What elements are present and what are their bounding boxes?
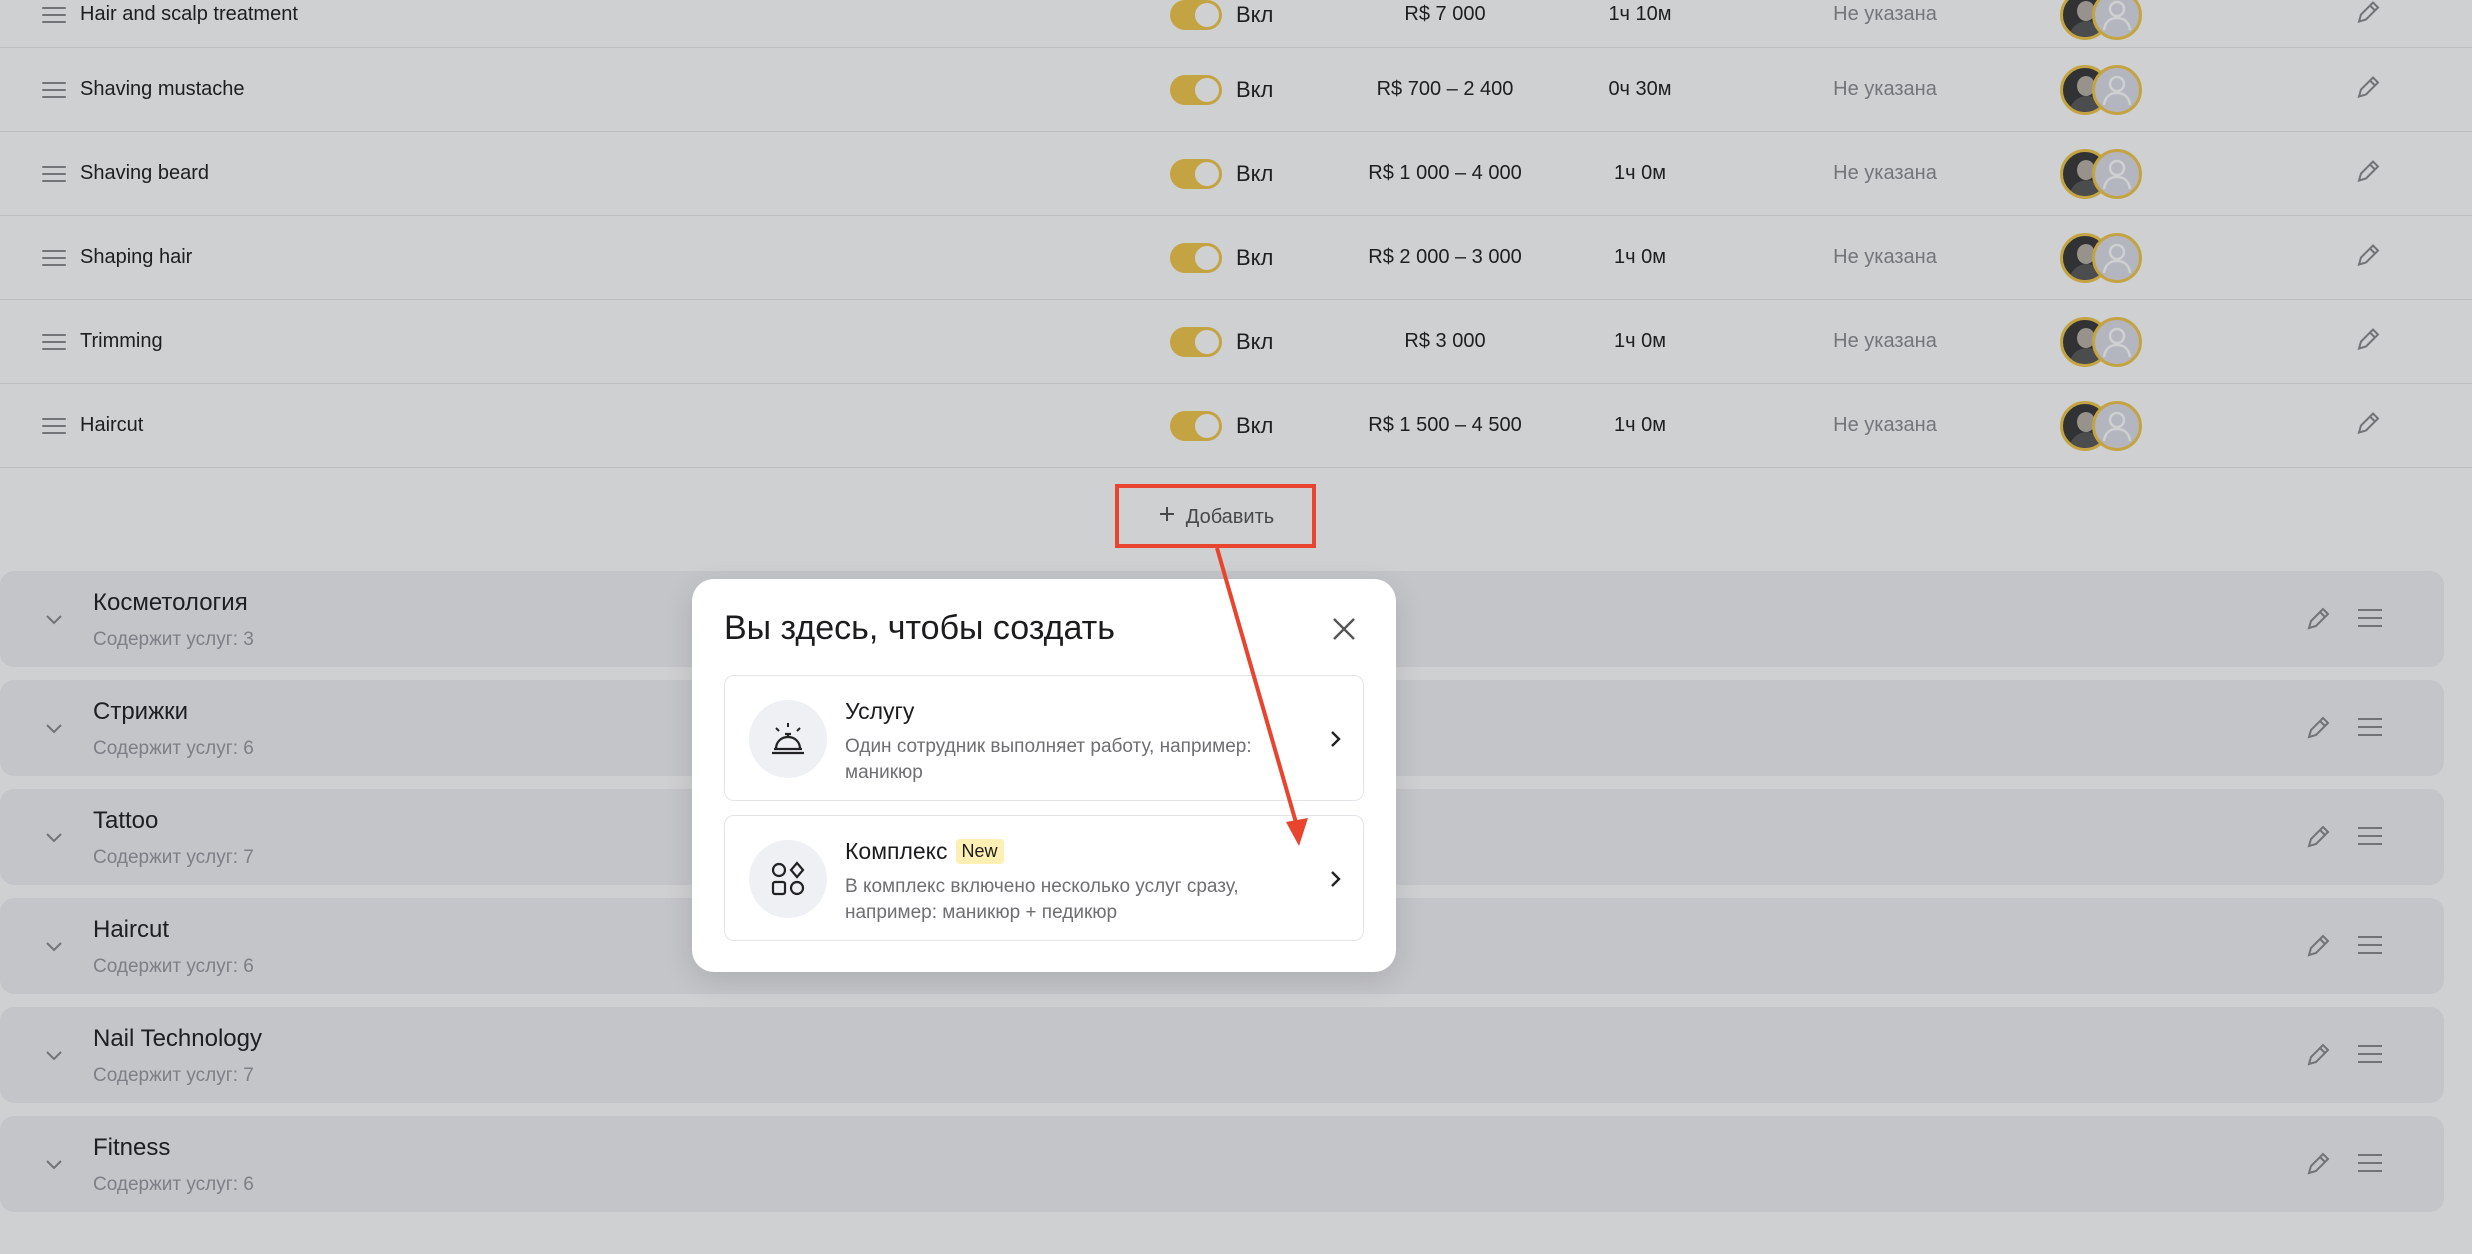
option-complex[interactable]: Комплекс New В комплекс включено нескольк… (724, 815, 1364, 941)
dialog-title: Вы здесь, чтобы создать (724, 609, 1115, 647)
chevron-right-icon (1325, 728, 1345, 755)
close-icon[interactable] (1328, 613, 1360, 645)
services-page: Hair and scalp treatment Вкл R$ 7 000 1ч… (0, 0, 2472, 1254)
chevron-right-icon (1325, 868, 1345, 895)
create-dialog: Вы здесь, чтобы создать Услугу Один сотр… (692, 579, 1396, 972)
option-title: Комплекс New (845, 838, 1004, 865)
option-service[interactable]: Услугу Один сотрудник выполняет работу, … (724, 675, 1364, 801)
option-title: Услугу (845, 698, 915, 724)
annotation-highlight-box (1115, 484, 1316, 548)
option-description: Один сотрудник выполняет работу, наприме… (845, 736, 1252, 783)
new-badge: New (955, 839, 1004, 864)
option-description: В комплекс включено несколько услуг сраз… (845, 876, 1239, 923)
service-bell-icon (749, 700, 827, 778)
shapes-icon (749, 840, 827, 918)
option-title-text: Комплекс (845, 838, 948, 864)
